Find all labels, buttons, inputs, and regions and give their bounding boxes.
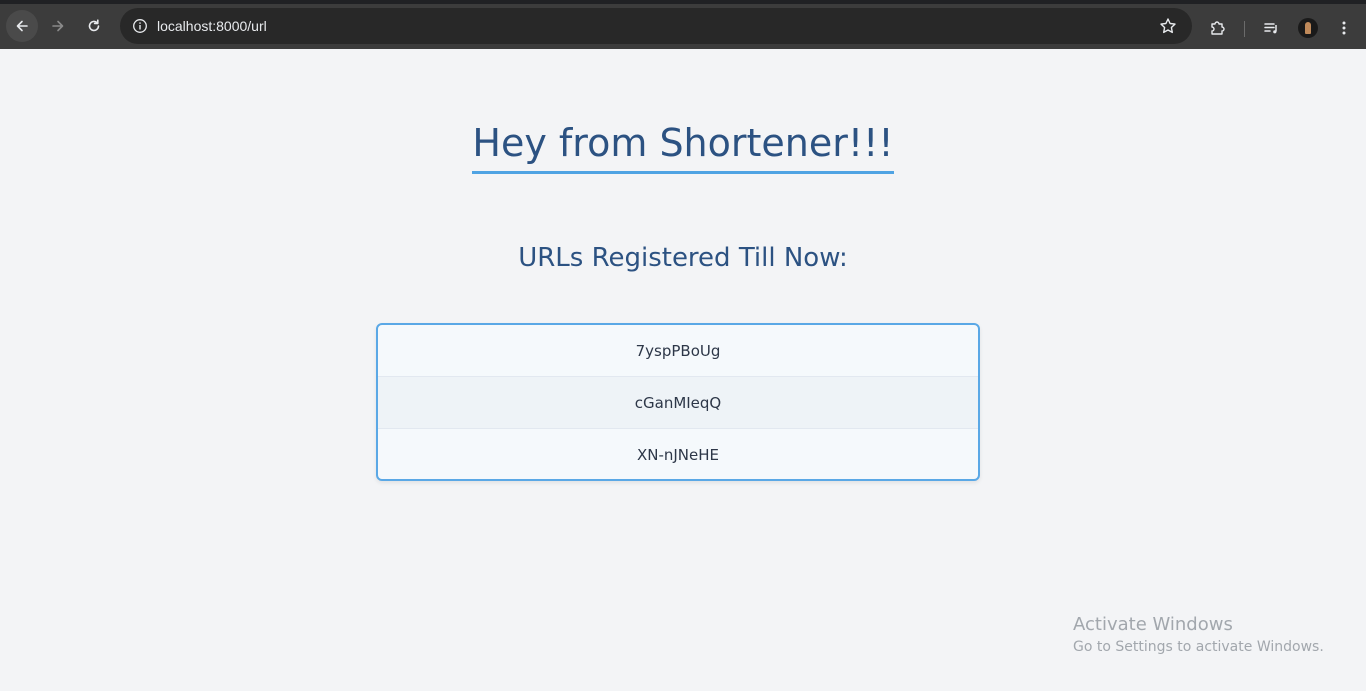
browser-chrome: localhost:8000/url	[0, 0, 1366, 49]
watermark-subtitle: Go to Settings to activate Windows.	[1073, 639, 1324, 655]
page-header: Hey from Shortener!!!	[0, 121, 1366, 174]
address-bar[interactable]: localhost:8000/url	[120, 8, 1192, 44]
back-arrow-icon	[16, 20, 28, 32]
list-item: XN-nJNeHE	[636, 446, 720, 464]
forward-arrow-icon	[52, 20, 64, 32]
extensions-button[interactable]	[1202, 12, 1234, 44]
watermark-title: Activate Windows	[1073, 614, 1233, 635]
puzzle-icon	[1211, 21, 1225, 35]
page-content: Hey from Shortener!!! URLs Registered Ti…	[0, 49, 1366, 691]
page-title: Hey from Shortener!!!	[472, 121, 894, 174]
bookmark-button[interactable]	[1158, 16, 1178, 36]
browser-menu-button[interactable]	[1328, 12, 1360, 44]
url-text[interactable]: localhost:8000/url	[157, 18, 267, 34]
list-item: 7yspPBoUg	[378, 325, 978, 377]
media-button[interactable]	[1255, 12, 1287, 44]
activation-watermark: Activate Windows Go to Settings to activ…	[1073, 614, 1324, 655]
media-queue-icon	[1264, 23, 1277, 34]
back-button[interactable]	[6, 10, 38, 42]
forward-button[interactable]	[42, 10, 74, 42]
url-list: 7yspPBoUg cGanMIeqQ XN-nJNeHE	[376, 323, 980, 481]
browser-toolbar: localhost:8000/url	[0, 4, 1366, 49]
toolbar-divider	[1244, 21, 1245, 37]
reload-icon	[88, 19, 100, 32]
list-item: cGanMIeqQ	[378, 377, 978, 429]
reload-button[interactable]	[78, 10, 110, 42]
info-icon	[133, 19, 147, 33]
site-info-button[interactable]	[128, 14, 152, 38]
kebab-menu-icon	[1342, 21, 1346, 35]
avatar[interactable]	[1298, 18, 1318, 38]
star-icon	[1160, 18, 1176, 34]
section-title: URLs Registered Till Now:	[518, 243, 848, 273]
